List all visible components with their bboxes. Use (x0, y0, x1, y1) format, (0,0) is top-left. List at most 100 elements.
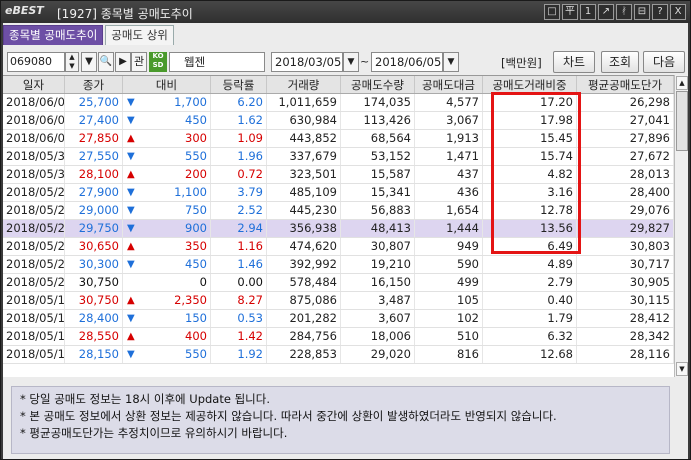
pin-button[interactable]: 平 (562, 4, 578, 20)
table-cell: 6.20 (211, 94, 267, 111)
cell-value: 29,750 (78, 221, 119, 235)
table-cell: 2018/05/29 (3, 184, 65, 201)
cell-value: 68,564 (370, 131, 411, 145)
table-row[interactable]: 2018/05/16 28,550 ▲ 400 1.42 284,756 18,006 510… (3, 328, 674, 346)
chart-button[interactable]: 차트 (553, 51, 595, 73)
table-row[interactable]: 2018/05/24 30,650 ▲ 350 1.16 474,620 30,807 949… (3, 238, 674, 256)
column-header[interactable]: 종가 (65, 76, 123, 93)
next-button[interactable]: 다음 (643, 51, 685, 73)
scroll-thumb[interactable] (676, 91, 688, 151)
cell-value: 0.53 (237, 311, 263, 325)
content-area: 종목별 공매도추이 공매도 상위 069080 ▲ ▼ ▼ 🔍 ▶ 관 KO SD … (3, 23, 688, 459)
cell-value: 27,672 (629, 149, 670, 163)
cell-value: 2018/05/17 (6, 311, 65, 325)
help-button[interactable]: ? (652, 4, 668, 20)
table-cell: 590 (415, 256, 483, 273)
table-row[interactable]: 2018/05/23 30,300 ▼ 450 1.46 392,992 19,210 590… (3, 256, 674, 274)
related-button[interactable]: 관 (131, 52, 147, 72)
cell-value: 30,807 (370, 239, 411, 253)
stock-code-input[interactable]: 069080 (7, 52, 65, 72)
arrow-up-icon: ▲ (127, 169, 135, 180)
table-cell: 474,620 (267, 238, 341, 255)
query-button[interactable]: 조회 (601, 51, 639, 73)
arrow-up-icon: ▲ (127, 331, 135, 342)
date-to-input[interactable]: 2018/06/05 (371, 52, 443, 72)
table-cell: ▼ 1,100 (123, 184, 211, 201)
table-row[interactable]: 2018/06/04 27,400 ▼ 450 1.62 630,984 113,426 3,… (3, 112, 674, 130)
arrow-down-icon: ▼ (127, 205, 135, 216)
date-to-dropdown-icon[interactable]: ▼ (443, 52, 459, 72)
column-header[interactable]: 대비 (123, 76, 211, 93)
date-from-dropdown-icon[interactable]: ▼ (343, 52, 359, 72)
table-cell: 1.42 (211, 328, 267, 345)
table-row[interactable]: 2018/05/31 27,550 ▼ 550 1.96 337,679 53,152 1,4… (3, 148, 674, 166)
cell-value: 2,350 (174, 293, 207, 307)
cell-value: 29,020 (370, 347, 411, 361)
cell-value: 29,827 (629, 221, 670, 235)
table-cell: 15,587 (341, 166, 415, 183)
table-cell: 578,484 (267, 274, 341, 291)
vertical-scrollbar[interactable]: ▲ ▼ (674, 75, 688, 377)
note-line: * 당일 공매도 정보는 18시 이후에 Update 됩니다. (20, 392, 270, 406)
cell-value: 2.94 (237, 221, 263, 235)
menu-icon[interactable]: ▶ (115, 52, 131, 72)
table-row[interactable]: 2018/06/05 25,700 ▼ 1,700 6.20 1,011,659 174,0… (3, 94, 674, 112)
table-row[interactable]: 2018/05/18 30,750 ▲ 2,350 8.27 875,086 3,487 10… (3, 292, 674, 310)
cell-value: 25,700 (78, 95, 119, 109)
settings-button[interactable]: ᚯ (616, 4, 632, 20)
table-cell: 25,700 (65, 94, 123, 111)
title-bar[interactable]: eBEST [1927] 종목별 공매도추이 □ 平 1 ↗ ᚯ ⊟ ? X (1, 1, 690, 23)
tab-short-top[interactable]: 공매도 상위 (105, 25, 174, 45)
table-cell: ▼ 150 (123, 310, 211, 327)
table-cell: 0.53 (211, 310, 267, 327)
column-header[interactable]: 공매도대금 (415, 76, 483, 93)
close-button[interactable]: X (670, 4, 686, 20)
send-button[interactable]: ↗ (598, 4, 614, 20)
cell-value: 27,850 (78, 131, 119, 145)
cell-value: 1.62 (237, 113, 263, 127)
restore-button[interactable]: □ (544, 4, 560, 20)
table-cell: 4.82 (483, 166, 577, 183)
table-cell: 15.45 (483, 130, 577, 147)
column-header[interactable]: 일자 (3, 76, 65, 93)
column-header[interactable]: 거래량 (267, 76, 341, 93)
search-icon[interactable]: 🔍 (98, 52, 114, 72)
scroll-down-icon[interactable]: ▼ (676, 362, 688, 376)
table-row[interactable]: 2018/05/25 29,750 ▼ 900 2.94 356,938 48,413 1,4… (3, 220, 674, 238)
table-cell: 30,803 (577, 238, 674, 255)
cell-value: 550 (185, 347, 207, 361)
table-row[interactable]: 2018/05/17 28,400 ▼ 150 0.53 201,282 3,607 102 1… (3, 310, 674, 328)
window-controls: □ 平 1 ↗ ᚯ ⊟ ? X (544, 4, 686, 20)
scroll-up-icon[interactable]: ▲ (676, 76, 688, 90)
cell-value: 200 (185, 167, 207, 181)
arrow-up-icon: ▲ (127, 241, 135, 252)
cell-value: 105 (457, 293, 479, 307)
table-cell: 28,412 (577, 310, 674, 327)
column-header[interactable]: 등락률 (211, 76, 267, 93)
table-row[interactable]: 2018/05/28 29,000 ▼ 750 2.52 445,230 56,883 1,6… (3, 202, 674, 220)
table-cell: ▼ 450 (123, 256, 211, 273)
dropdown-icon[interactable]: ▼ (81, 52, 97, 72)
table-row[interactable]: 2018/06/01 27,850 ▲ 300 1.09 443,852 68,564 1,9… (3, 130, 674, 148)
table-row[interactable]: 2018/05/15 28,150 ▼ 550 1.92 228,853 29,020 816… (3, 346, 674, 364)
data-grid: 일자 종가 대비 등락률 거래량 공매도수량 공매도대금 공매도거래비중 평균공… (3, 75, 674, 377)
table-row[interactable]: 2018/05/21 30,750 0 0.00 578,484 16,150 499 2.7… (3, 274, 674, 292)
tab-stock-short-trend[interactable]: 종목별 공매도추이 (3, 25, 104, 45)
minimize-button[interactable]: ⊟ (634, 4, 650, 20)
column-header[interactable]: 공매도수량 (341, 76, 415, 93)
cell-value: 900 (185, 221, 207, 235)
cell-value: 27,041 (629, 113, 670, 127)
column-header[interactable]: 평균공매도단가 (577, 76, 674, 93)
table-cell: 875,086 (267, 292, 341, 309)
cell-value: 26,298 (629, 95, 670, 109)
code-spin-button[interactable]: ▲ ▼ (65, 52, 79, 72)
ebest-logo: eBEST (5, 4, 44, 17)
table-cell: 949 (415, 238, 483, 255)
date-from-input[interactable]: 2018/03/05 (271, 52, 343, 72)
table-cell: 1.09 (211, 130, 267, 147)
column-header[interactable]: 공매도거래비중 (483, 76, 577, 93)
table-row[interactable]: 2018/05/30 28,100 ▲ 200 0.72 323,501 15,587 437… (3, 166, 674, 184)
table-row[interactable]: 2018/05/29 27,900 ▼ 1,100 3.79 485,109 15,341 4… (3, 184, 674, 202)
link-group-button[interactable]: 1 (580, 4, 596, 20)
cell-value: 30,750 (78, 293, 119, 307)
